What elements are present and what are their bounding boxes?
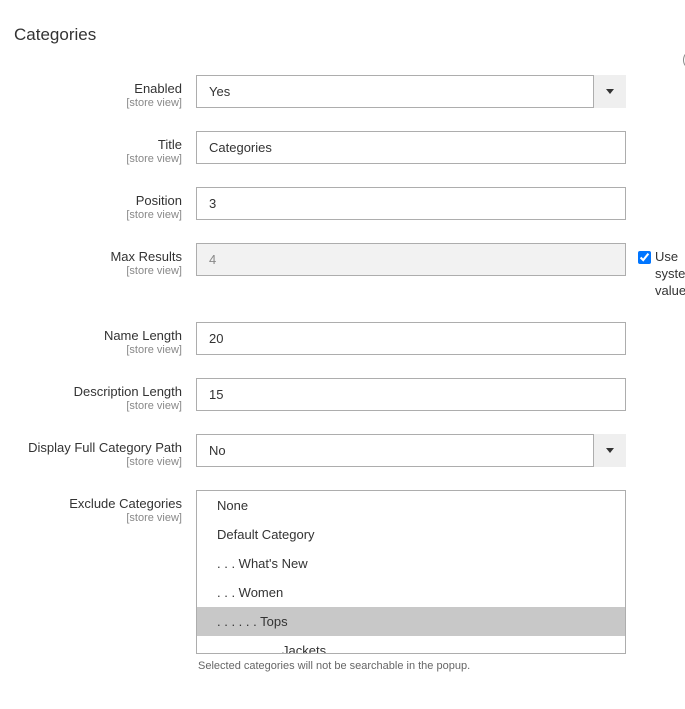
use-system-value-checkbox[interactable] — [638, 251, 651, 264]
field-row-max-results: Max Results [store view] Use system valu… — [10, 243, 685, 300]
field-row-display-full-path: Display Full Category Path [store view] … — [10, 434, 685, 468]
label-display-full-path: Display Full Category Path — [10, 440, 182, 455]
display-full-path-select[interactable]: No — [196, 434, 626, 467]
help-icon[interactable]: ? — [675, 50, 685, 70]
field-row-position: Position [store view] — [10, 187, 685, 221]
label-description-length: Description Length — [10, 384, 182, 399]
label-position: Position — [10, 193, 182, 208]
label-max-results: Max Results — [10, 249, 182, 264]
scope-title: [store view] — [10, 153, 182, 165]
multiselect-option[interactable]: Default Category — [197, 520, 625, 549]
use-system-value-label[interactable]: Use system value — [638, 249, 685, 300]
scope-enabled: [store view] — [10, 97, 182, 109]
name-length-input[interactable] — [196, 322, 626, 355]
field-row-description-length: Description Length [store view] — [10, 378, 685, 412]
exclude-categories-multiselect[interactable]: NoneDefault Category. . . What's New. . … — [196, 490, 626, 654]
multiselect-option[interactable]: . . . Women — [197, 578, 625, 607]
description-length-input[interactable] — [196, 378, 626, 411]
scope-display-full-path: [store view] — [10, 456, 182, 468]
exclude-categories-hint: Selected categories will not be searchab… — [196, 660, 626, 672]
enabled-select[interactable]: Yes — [196, 75, 626, 108]
section-title: Categories — [10, 25, 685, 45]
multiselect-option[interactable]: . . . . . . Tops — [197, 607, 625, 636]
scope-max-results: [store view] — [10, 265, 182, 277]
title-input[interactable] — [196, 131, 626, 164]
max-results-input — [196, 243, 626, 276]
scope-name-length: [store view] — [10, 344, 182, 356]
field-row-enabled: Enabled [store view] Yes — [10, 75, 685, 109]
multiselect-option[interactable]: . . . What's New — [197, 549, 625, 578]
field-row-name-length: Name Length [store view] — [10, 322, 685, 356]
position-input[interactable] — [196, 187, 626, 220]
scope-position: [store view] — [10, 209, 182, 221]
field-row-exclude-categories: Exclude Categories [store view] NoneDefa… — [10, 490, 685, 672]
multiselect-option[interactable]: None — [197, 491, 625, 520]
field-row-title: Title [store view] — [10, 131, 685, 165]
label-exclude-categories: Exclude Categories — [10, 496, 182, 511]
scope-exclude-categories: [store view] — [10, 512, 182, 524]
label-title: Title — [10, 137, 182, 152]
scope-description-length: [store view] — [10, 400, 182, 412]
label-enabled: Enabled — [10, 81, 182, 96]
label-name-length: Name Length — [10, 328, 182, 343]
multiselect-option[interactable]: . . . . . . . . . Jackets — [197, 636, 625, 654]
